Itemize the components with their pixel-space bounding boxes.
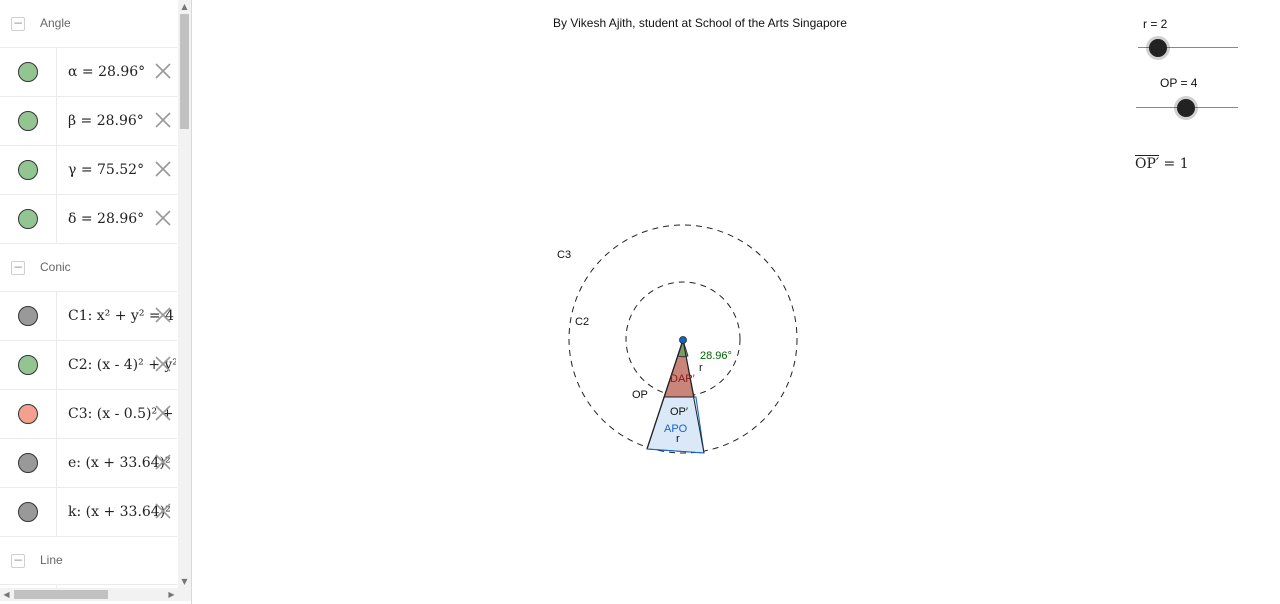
algebra-item-c3[interactable]: C3: (x - 0.5)² + (y <box>0 390 177 439</box>
label-r-top: r <box>699 362 703 374</box>
algebra-item-e[interactable]: e: (x + 33.64)² + ( <box>0 439 177 488</box>
triangle-dap[interactable] <box>663 338 695 398</box>
collapse-icon[interactable]: − <box>11 554 25 568</box>
marker-column <box>0 146 57 194</box>
delete-icon[interactable] <box>153 61 173 81</box>
visibility-marker[interactable] <box>18 502 38 522</box>
algebra-item-c1[interactable]: C1: x² + y² = 4 <box>0 292 177 341</box>
marker-column <box>0 341 57 389</box>
algebra-item-beta[interactable]: β = 28.96° <box>0 97 177 146</box>
delete-icon[interactable] <box>153 208 173 228</box>
label-dap: DAP′ <box>670 373 695 385</box>
drawing-canvas[interactable]: C3 C2 OP OP′ APO DAP′ r r 28.96° <box>192 0 1280 604</box>
visibility-marker[interactable] <box>18 111 38 131</box>
delete-icon[interactable] <box>153 452 173 472</box>
point-o[interactable] <box>679 336 687 344</box>
horizontal-scrollbar[interactable]: ◀ ▶ <box>0 588 178 601</box>
marker-column <box>0 97 57 145</box>
collapse-icon[interactable]: − <box>11 261 25 275</box>
label-c3: C3 <box>557 249 571 261</box>
algebra-item-delta[interactable]: δ = 28.96° <box>0 195 177 244</box>
visibility-marker[interactable] <box>18 355 38 375</box>
slider-r-knob[interactable] <box>1149 39 1167 57</box>
scroll-right-icon[interactable]: ▶ <box>165 588 178 601</box>
vertical-scrollbar[interactable]: ▲ ▼ <box>178 0 191 588</box>
visibility-marker[interactable] <box>18 62 38 82</box>
slider-op-label: OP = 4 <box>1160 76 1198 90</box>
slider-r-label: r = 2 <box>1143 17 1168 31</box>
delete-icon[interactable] <box>153 403 173 423</box>
scroll-corner <box>178 588 191 601</box>
algebra-view: − Angle α = 28.96° β = 28.96° γ = 75.52° <box>0 0 192 604</box>
visibility-marker[interactable] <box>18 404 38 424</box>
marker-column <box>0 195 57 243</box>
scroll-up-icon[interactable]: ▲ <box>178 0 191 13</box>
page-title: By Vikesh Ajith, student at School of th… <box>553 16 847 30</box>
marker-column <box>0 48 57 96</box>
label-c2: C2 <box>575 316 589 328</box>
visibility-marker[interactable] <box>18 453 38 473</box>
delete-icon[interactable] <box>153 159 173 179</box>
algebra-item-gamma[interactable]: γ = 75.52° <box>0 146 177 195</box>
vertical-scroll-thumb[interactable] <box>180 14 189 129</box>
algebra-item-alpha[interactable]: α = 28.96° <box>0 48 177 97</box>
label-r-bottom: r <box>676 433 680 445</box>
visibility-marker[interactable] <box>18 306 38 326</box>
delete-icon[interactable] <box>153 501 173 521</box>
group-label: Angle <box>40 16 71 30</box>
group-label: Line <box>40 553 63 567</box>
group-header-angle[interactable]: − Angle <box>0 0 177 48</box>
marker-column <box>0 439 57 487</box>
visibility-marker[interactable] <box>18 160 38 180</box>
scroll-down-icon[interactable]: ▼ <box>178 575 191 588</box>
scroll-left-icon[interactable]: ◀ <box>0 588 13 601</box>
label-op-prime: OP′ <box>670 406 688 418</box>
op-prime-equals: = 1 <box>1163 156 1189 172</box>
marker-column <box>0 390 57 438</box>
algebra-list: − Angle α = 28.96° β = 28.96° γ = 75.52° <box>0 0 177 588</box>
label-angle: 28.96° <box>700 350 732 362</box>
group-header-conic[interactable]: − Conic <box>0 244 177 292</box>
delete-icon[interactable] <box>153 110 173 130</box>
group-header-line[interactable]: − Line <box>0 537 177 585</box>
algebra-item-k[interactable]: k: (x + 33.64)² + ( <box>0 488 177 537</box>
algebra-item-c2[interactable]: C2: (x - 4)² + y² = 1 <box>0 341 177 390</box>
group-label: Conic <box>40 260 71 274</box>
graphics-view[interactable]: C3 C2 OP OP′ APO DAP′ r r 28.96° By Vike… <box>192 0 1280 604</box>
op-prime-value[interactable]: OP′ = 1 <box>1135 156 1189 172</box>
label-op: OP <box>632 389 648 401</box>
delete-icon[interactable] <box>153 305 173 325</box>
marker-column <box>0 292 57 340</box>
geogebra-app: − Angle α = 28.96° β = 28.96° γ = 75.52° <box>0 0 1280 604</box>
delete-icon[interactable] <box>153 354 173 374</box>
visibility-marker[interactable] <box>18 209 38 229</box>
slider-op-knob[interactable] <box>1177 99 1195 117</box>
marker-column <box>0 488 57 536</box>
op-prime-name: OP′ <box>1135 156 1160 172</box>
horizontal-scroll-thumb[interactable] <box>14 590 108 599</box>
collapse-icon[interactable]: − <box>11 17 25 31</box>
